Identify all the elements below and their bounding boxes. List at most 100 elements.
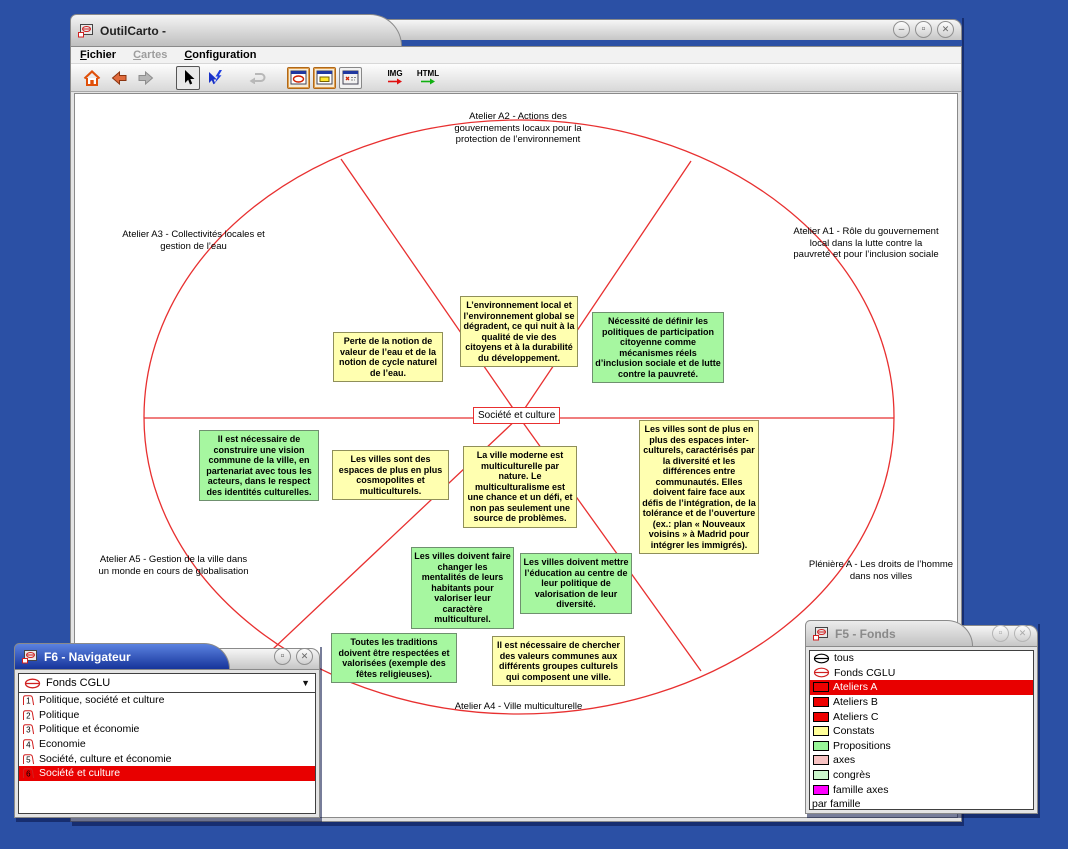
home-icon[interactable] — [80, 66, 104, 90]
app-icon — [813, 626, 829, 641]
menu-cartes: Cartes — [133, 49, 167, 61]
fonds-item[interactable]: axes — [810, 753, 1033, 768]
map-note[interactable]: Nécessité de définir les politiques de p… — [592, 312, 724, 383]
map-note[interactable]: Il est nécessaire de chercher des valeur… — [492, 636, 625, 686]
fonds-window: F5 - Fonds tous Fonds CGLU — [805, 620, 1038, 814]
fonds-item-selected[interactable]: Ateliers A — [810, 680, 1033, 695]
fonds-item[interactable]: Propositions — [810, 739, 1033, 754]
fonds-item[interactable]: Ateliers C — [810, 709, 1033, 724]
maximize-button[interactable] — [274, 648, 291, 665]
map-note[interactable]: Les villes sont de plus en plus des espa… — [639, 420, 759, 554]
titlebar-strip[interactable] — [370, 19, 962, 40]
fonds-item-label: famille axes — [833, 784, 888, 796]
navigator-window: F6 - Navigateur Fonds CGLU ▼ 1 Politique… — [14, 643, 320, 818]
window-title: F6 - Navigateur — [44, 650, 131, 664]
sector-label-pleniere-a: Plénière A - Les droits de l’homme dans … — [801, 559, 958, 582]
map-tab-icon: 4 — [22, 738, 35, 750]
svg-text:3: 3 — [26, 726, 31, 735]
fonds-icon — [24, 678, 41, 689]
navigator-titlebar[interactable]: F6 - Navigateur — [14, 643, 230, 669]
img-export-arrow-icon — [387, 78, 403, 85]
fonds-dropdown[interactable]: Fonds CGLU ▼ — [19, 674, 315, 693]
close-button[interactable] — [1014, 625, 1031, 642]
fonds-item-label: congrès — [833, 769, 870, 781]
close-button[interactable] — [296, 648, 313, 665]
chevron-down-icon: ▼ — [301, 678, 310, 688]
sector-label-atelier-a3: Atelier A3 - Collectivités locales et ge… — [106, 229, 281, 252]
fonds-item[interactable]: par famille — [810, 797, 1033, 810]
map-note[interactable]: L’environnement local et l’environnement… — [460, 296, 578, 367]
svg-text:5: 5 — [26, 755, 31, 764]
fonds-item-label: Ateliers B — [833, 696, 878, 708]
fonds-item-label: par famille — [812, 798, 860, 810]
map-note[interactable]: Les villes doivent faire changer les men… — [411, 547, 514, 629]
sector-label-atelier-a5: Atelier A5 - Gestion de la ville dans un… — [96, 554, 251, 577]
navigator-item[interactable]: 5 Société, culture et économie — [19, 751, 315, 766]
map-tab-icon: 5 — [22, 753, 35, 765]
main-titlebar[interactable]: OutilCarto - — [70, 14, 402, 46]
fonds-item[interactable]: congrès — [810, 768, 1033, 783]
fonds-item-label: Fonds CGLU — [834, 667, 895, 679]
fonds-titlebar[interactable]: F5 - Fonds — [805, 620, 973, 646]
sector-label-atelier-a2: Atelier A2 - Actions des gouvernements l… — [438, 111, 598, 146]
svg-text:2: 2 — [26, 711, 31, 720]
map-note[interactable]: La ville moderne est multiculturelle par… — [463, 446, 577, 528]
fonds-item-label: Propositions — [833, 740, 891, 752]
ellipse-view-icon[interactable] — [287, 67, 310, 89]
map-tab-icon: 6 — [22, 767, 35, 779]
navigator-item[interactable]: 3 Politique et économie — [19, 722, 315, 737]
color-swatch — [813, 785, 829, 795]
note-view-icon[interactable] — [313, 67, 336, 89]
menu-configuration[interactable]: Configuration — [184, 49, 256, 61]
menu-fichier[interactable]: Fichier — [80, 49, 116, 61]
map-note[interactable]: Il est nécessaire de construire une visi… — [199, 430, 319, 501]
navigator-item[interactable]: 4 Economie — [19, 737, 315, 752]
color-swatch — [813, 770, 829, 780]
navigator-item-label: Economie — [39, 738, 86, 750]
link-cursor-icon[interactable] — [203, 66, 227, 90]
window-title: OutilCarto - — [100, 24, 166, 38]
navigator-item[interactable]: 2 Politique — [19, 708, 315, 723]
node-view-icon[interactable] — [339, 67, 362, 89]
svg-text:6: 6 — [26, 770, 31, 779]
maximize-button[interactable] — [992, 625, 1009, 642]
fonds-item[interactable]: Fonds CGLU — [810, 666, 1033, 681]
fonds-item-label: Ateliers A — [833, 681, 877, 693]
img-label: IMG — [387, 70, 402, 78]
all-fonds-icon — [813, 653, 830, 664]
map-tab-icon: 1 — [22, 694, 35, 706]
fonds-item[interactable]: famille axes — [810, 782, 1033, 797]
map-note[interactable]: Les villes doivent mettre l’éducation au… — [520, 553, 632, 614]
svg-text:1: 1 — [26, 697, 31, 706]
app-icon — [22, 649, 38, 664]
navigator-item[interactable]: 1 Politique, société et culture — [19, 693, 315, 708]
swap-arrow-icon — [245, 66, 269, 90]
sector-label-atelier-a4: Atelier A4 - Ville multiculturelle — [441, 701, 596, 713]
map-note[interactable]: Toutes les traditions doivent être respe… — [331, 633, 457, 683]
forward-icon — [134, 66, 158, 90]
minimize-button[interactable] — [893, 21, 910, 38]
map-tab-icon: 3 — [22, 723, 35, 735]
map-note[interactable]: Perte de la notion de valeur de l’eau et… — [333, 332, 443, 382]
map-note[interactable]: Les villes sont des espaces de plus en p… — [332, 450, 449, 500]
close-button[interactable] — [937, 21, 954, 38]
fonds-item[interactable]: Ateliers B — [810, 695, 1033, 710]
fonds-list: tous Fonds CGLU Ateliers A Ateliers B At… — [809, 650, 1034, 810]
window-title: F5 - Fonds — [835, 627, 896, 641]
fonds-item-label: Constats — [833, 725, 874, 737]
maximize-button[interactable] — [915, 21, 932, 38]
export-img-button[interactable]: IMG — [380, 70, 410, 85]
sector-label-atelier-a1: Atelier A1 - Rôle du gouvernement local … — [791, 226, 941, 261]
color-swatch — [813, 712, 829, 722]
navigator-item-selected[interactable]: 6 Société et culture — [19, 766, 315, 781]
navigator-item-label: Société et culture — [39, 767, 120, 779]
color-swatch — [813, 697, 829, 707]
map-tab-icon: 2 — [22, 709, 35, 721]
map-center-label[interactable]: Société et culture — [473, 407, 560, 424]
select-cursor-icon[interactable] — [176, 66, 200, 90]
export-html-button[interactable]: HTML — [413, 70, 443, 85]
fonds-item[interactable]: Constats — [810, 724, 1033, 739]
back-icon[interactable] — [107, 66, 131, 90]
html-export-arrow-icon — [420, 78, 436, 85]
fonds-item[interactable]: tous — [810, 651, 1033, 666]
